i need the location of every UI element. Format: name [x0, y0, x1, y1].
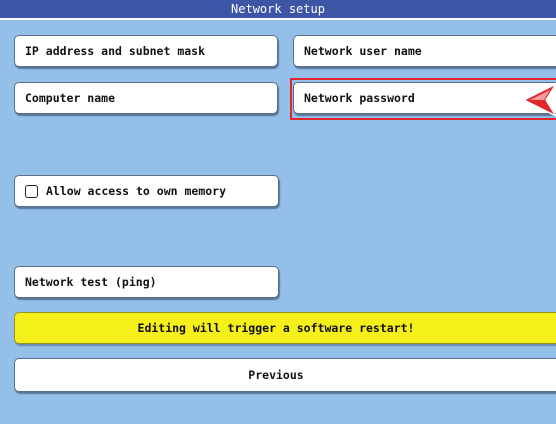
window-title: Network setup	[0, 0, 556, 20]
computer-name-button[interactable]: Computer name	[14, 82, 278, 114]
computer-name-label: Computer name	[25, 91, 116, 105]
network-password-label: Network password	[304, 91, 415, 105]
allow-access-checkbox[interactable]	[25, 184, 38, 198]
allow-access-button[interactable]: Allow access to own memory	[14, 175, 279, 207]
network-test-label: Network test (ping)	[25, 275, 157, 289]
restart-warning-text: Editing will trigger a software restart!	[137, 321, 415, 335]
previous-button[interactable]: Previous	[14, 358, 556, 392]
network-test-button[interactable]: Network test (ping)	[14, 266, 279, 298]
previous-label: Previous	[248, 368, 304, 382]
restart-warning-banner: Editing will trigger a software restart!	[14, 312, 556, 344]
ip-address-button[interactable]: IP address and subnet mask	[14, 35, 278, 67]
network-password-button[interactable]: Network password	[293, 82, 556, 114]
allow-access-label: Allow access to own memory	[46, 184, 227, 198]
network-user-name-button[interactable]: Network user name	[293, 35, 556, 67]
ip-address-label: IP address and subnet mask	[25, 44, 206, 58]
network-user-name-label: Network user name	[304, 44, 422, 58]
